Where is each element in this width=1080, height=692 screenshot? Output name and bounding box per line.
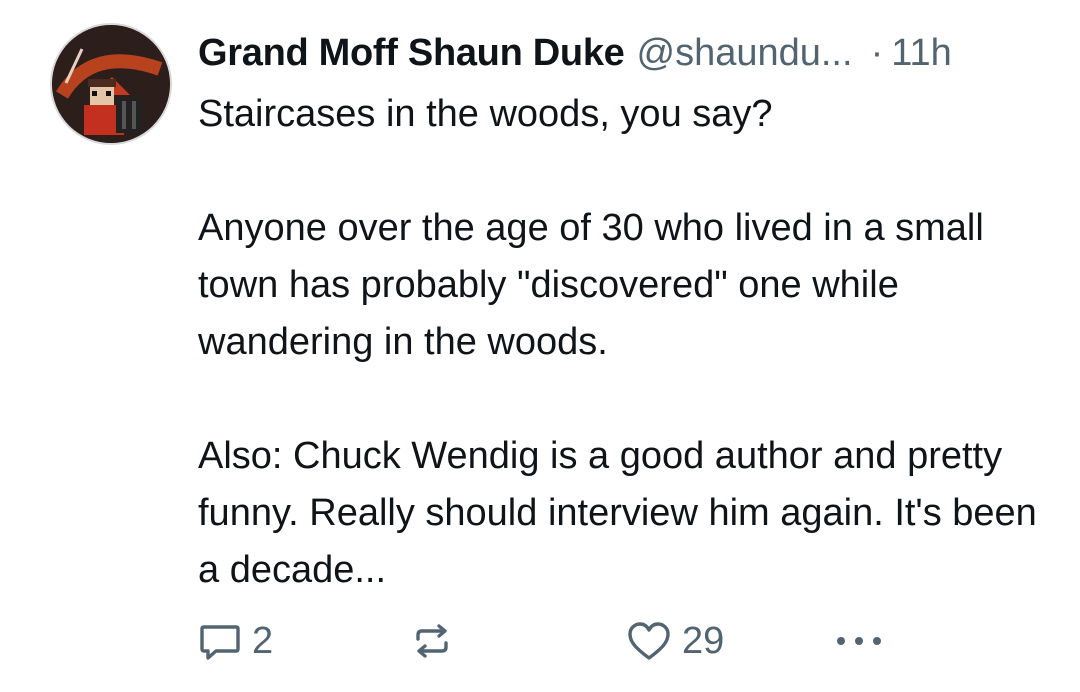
like-button[interactable]: 29 <box>626 614 724 668</box>
author-display-name[interactable]: Grand Moff Shaun Duke <box>198 32 625 75</box>
author-avatar[interactable] <box>52 25 170 143</box>
repost-icon <box>410 619 454 663</box>
author-handle[interactable]: @shaundu... <box>637 32 853 75</box>
heart-icon <box>626 619 672 663</box>
post-timestamp[interactable]: 11h <box>891 32 952 75</box>
avatar-image-icon <box>52 25 170 143</box>
more-dots-icon <box>834 631 884 651</box>
post-paragraph: Anyone over the age of 30 who lived in a… <box>198 207 984 363</box>
post-header: Grand Moff Shaun Duke @shaundu... · 11h <box>198 28 952 78</box>
reply-count: 2 <box>252 619 274 662</box>
more-options-button[interactable] <box>834 614 884 668</box>
post-actions: 2 29 <box>198 614 898 668</box>
reply-icon <box>198 619 242 663</box>
post-body: Staircases in the woods, you say? Anyone… <box>198 86 1058 599</box>
header-separator: · <box>870 31 884 74</box>
post-paragraph: Also: Chuck Wendig is a good author and … <box>198 435 1037 591</box>
post-paragraph: Staircases in the woods, you say? <box>198 93 773 135</box>
like-count: 29 <box>682 619 725 662</box>
reply-button[interactable]: 2 <box>198 614 273 668</box>
repost-button[interactable] <box>410 614 464 668</box>
